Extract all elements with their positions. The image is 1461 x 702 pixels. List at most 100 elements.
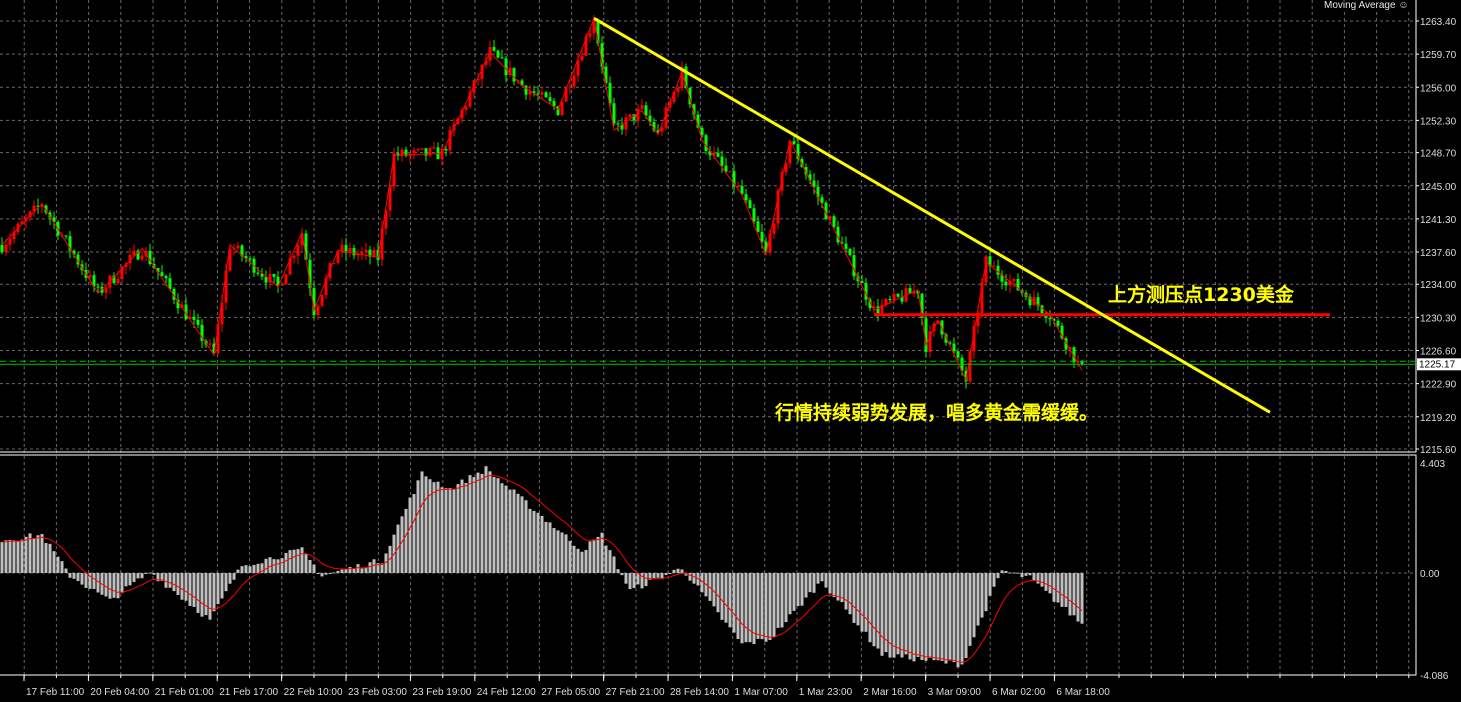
candle-up <box>624 117 628 130</box>
macd-histogram-bar <box>868 573 872 643</box>
candle-down <box>848 248 852 256</box>
candle-up <box>292 255 296 259</box>
macd-histogram-bar <box>192 573 196 607</box>
macd-histogram-bar <box>736 573 740 640</box>
macd-histogram-bar <box>400 516 404 573</box>
macd-histogram-bar <box>24 536 28 573</box>
candle-down <box>700 127 704 136</box>
macd-histogram-bar <box>216 573 220 605</box>
macd-histogram-bar <box>404 508 408 573</box>
candle-up <box>568 86 572 88</box>
candle-down <box>168 278 172 289</box>
macd-histogram-bar <box>172 573 176 592</box>
time-tick-label: 22 Feb 10:00 <box>284 687 343 698</box>
candle-up <box>772 223 776 234</box>
price-tick-label: 1222.90 <box>1420 380 1457 391</box>
zigzag-line <box>1 16 1083 382</box>
macd-histogram-bar <box>580 551 584 573</box>
price-tick-label: 1248.70 <box>1420 149 1457 160</box>
candle-down <box>1048 317 1052 320</box>
macd-histogram-bar <box>1020 573 1024 578</box>
macd-histogram-bar <box>896 573 900 655</box>
macd-histogram-bar <box>940 573 944 661</box>
macd-histogram-bar <box>800 573 804 606</box>
candle-down <box>612 103 616 124</box>
macd-histogram-bar <box>948 573 952 661</box>
macd-histogram-bar <box>52 551 56 573</box>
macd-histogram-bar <box>164 573 168 588</box>
macd-histogram-bar <box>644 573 648 587</box>
macd-histogram-bar <box>528 508 532 573</box>
time-tick-label: 23 Feb 03:00 <box>348 687 407 698</box>
macd-histogram-bar <box>436 481 440 573</box>
macd-histogram-bar <box>84 573 88 588</box>
macd-histogram-bar <box>584 549 588 573</box>
macd-histogram-bar <box>108 573 112 599</box>
candle-down <box>1004 281 1008 286</box>
candle-up <box>580 55 584 61</box>
macd-histogram-bar <box>1000 570 1004 573</box>
macd-histogram-bar <box>864 573 868 632</box>
macd-tick-label: 0.00 <box>1420 569 1440 580</box>
macd-histogram-bar <box>780 573 784 628</box>
macd-histogram-bar <box>256 563 260 573</box>
price-tick-label: 1263.40 <box>1420 17 1457 28</box>
macd-histogram-bar <box>712 573 716 607</box>
time-tick-label: 1 Mar 23:00 <box>799 687 853 698</box>
macd-histogram-bar <box>516 493 520 573</box>
macd-histogram-bar <box>996 573 1000 579</box>
macd-histogram-bar <box>556 530 560 573</box>
candle-down <box>192 316 196 320</box>
candle-up <box>140 255 144 260</box>
macd-histogram-bar <box>264 558 268 573</box>
candle-up <box>360 252 364 254</box>
macd-histogram-bar <box>912 573 916 662</box>
price-chart[interactable]: 1263.40 1259.70 1256.00 1252.30 1248.70 1245.… <box>0 0 1461 702</box>
macd-histogram-bar <box>512 489 516 573</box>
macd-histogram-bar <box>952 573 956 663</box>
price-tick-label: 1237.60 <box>1420 248 1457 259</box>
macd-histogram-bar <box>284 552 288 573</box>
macd-histogram-bar <box>740 573 744 644</box>
macd-histogram-bar <box>968 573 972 646</box>
macd-histogram-bar <box>812 573 816 593</box>
candle-up <box>588 33 592 37</box>
price-tick-label: 1252.30 <box>1420 116 1457 127</box>
time-tick-label: 21 Feb 01:00 <box>155 687 214 698</box>
macd-histogram-bar <box>880 573 884 656</box>
candle-down <box>500 57 504 59</box>
macd-histogram-bar <box>828 573 832 594</box>
macd-histogram-bar <box>268 557 272 573</box>
macd-histogram-bar <box>220 573 224 599</box>
macd-histogram-bar <box>444 488 448 573</box>
macd-histogram-bar <box>356 564 360 573</box>
candle-up <box>420 148 424 150</box>
candle-up <box>540 92 544 95</box>
macd-histogram-bar <box>76 573 80 581</box>
macd-histogram-bar <box>844 573 848 610</box>
candle-up <box>236 245 240 249</box>
macd-histogram-bar <box>432 482 436 573</box>
candle-up <box>432 147 436 149</box>
candle-down <box>832 216 836 227</box>
macd-histogram-bar <box>116 573 120 599</box>
macd-histogram-bar <box>576 548 580 573</box>
indicator-settings-icon[interactable]: ☺ <box>1398 0 1408 11</box>
macd-histogram-bar <box>224 573 228 592</box>
candle-down <box>1056 320 1060 326</box>
candle-up <box>132 250 136 256</box>
candle-down <box>164 276 168 279</box>
macd-histogram-bar <box>492 477 496 573</box>
indicator-label[interactable]: Moving Average ☺ <box>1322 0 1411 12</box>
candle-up <box>892 293 896 300</box>
macd-histogram-bar <box>1060 573 1064 607</box>
trend-annotation: 行情持续弱势发展，唱多黄金需缓缓。 <box>775 402 1099 424</box>
candle-down <box>720 156 724 166</box>
macd-histogram-bar <box>496 478 500 573</box>
candle-down <box>956 351 960 358</box>
candle-up <box>636 108 640 121</box>
time-tick-label: 6 Mar 18:00 <box>1056 687 1110 698</box>
macd-histogram-bar <box>420 471 424 573</box>
macd-histogram-bar <box>32 538 36 573</box>
candle-up <box>448 130 452 151</box>
